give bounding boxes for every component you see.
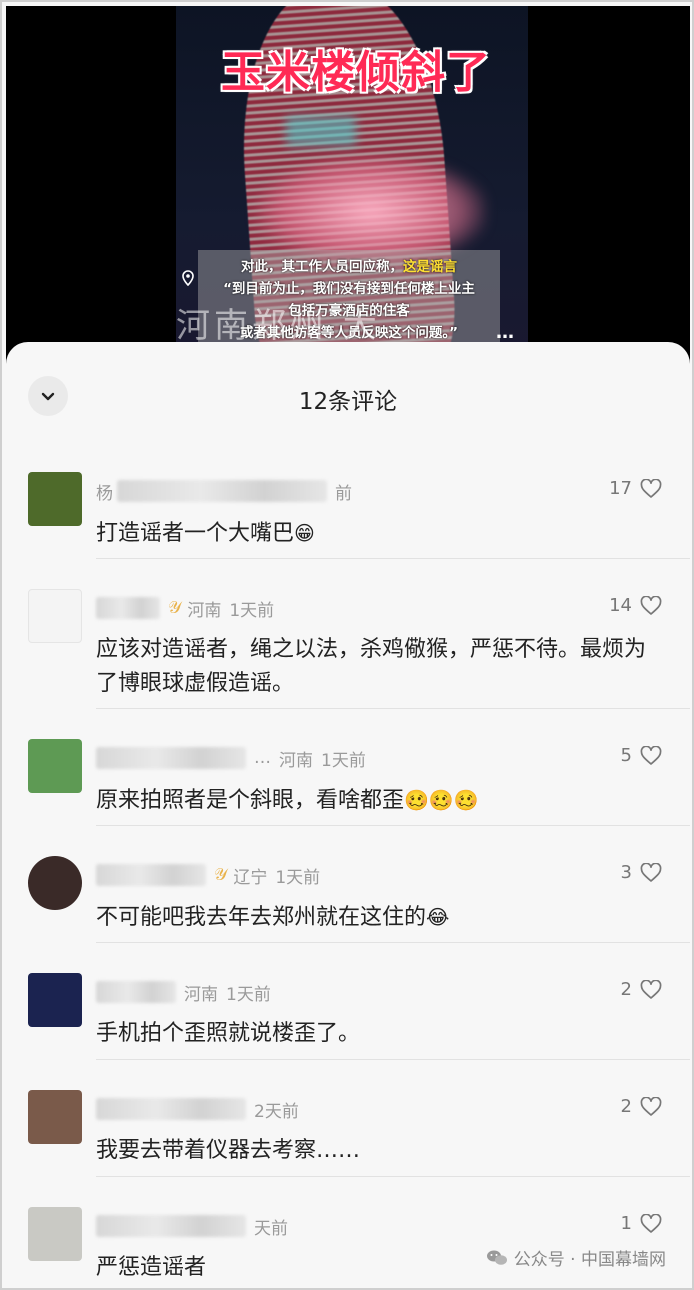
like-button[interactable]: 2 [621,1096,662,1117]
comment-body: 原来拍照者是个斜眼，看啥都歪 [96,788,405,813]
username-blurred[interactable] [96,1098,246,1120]
subtitle-highlight: 这是谣言 [403,259,457,275]
comment-text: 不可能吧我去年去郑州就在这住的😂 [96,900,660,935]
like-button[interactable]: 14 [609,595,662,616]
avatar[interactable] [28,1207,82,1261]
comment-meta: 𝒴 辽宁 1天前 [96,864,321,888]
comment-meta: 天前 [96,1215,288,1239]
comment-text: 原来拍照者是个斜眼，看啥都歪🥴🥴🥴 [96,783,660,818]
like-button[interactable]: 1 [621,1213,662,1234]
like-button[interactable]: 2 [621,979,662,1000]
comment-text: 打造谣者一个大嘴巴😁 [96,516,660,551]
heart-icon [640,745,662,765]
location-pin-icon [182,270,194,286]
comment-body: 不可能吧我去年去郑州就在这住的 [96,905,427,930]
username-blurred[interactable] [96,981,176,1003]
heart-icon [640,862,662,882]
username-fragment: 前 [335,483,352,504]
comment-text: 应该对造谣者，绳之以法，杀鸡儆猴，严惩不待。最烦为了博眼球虚假造谣。 [96,633,660,701]
comment-time: 1天前 [229,600,275,621]
like-count: 17 [609,478,632,499]
account-watermark: 公众号 · 中国幕墙网 [486,1245,666,1270]
fan-badge-icon: 𝒴 [214,865,228,885]
comment-time: 1天前 [275,867,321,888]
comment-location: 辽宁 [233,867,268,888]
comment-count-title: 12条评论 [298,389,398,415]
username-blurred[interactable] [96,747,246,769]
video-frame: 玉米楼倾斜了 对此，其工作人员回应称，这是谣言 “到目前为止，我们没有接到任何楼… [176,6,528,366]
comment-item[interactable]: 2天前我要去带着仪器去考察…… 2 [6,1060,690,1177]
heart-icon [640,1213,662,1233]
comment-list: 杨前打造谣者一个大嘴巴😁 17 𝒴 河南 1天前 应该对造谣者，绳之以法，杀鸡儆猴，严惩不… [6,442,690,1288]
like-count: 5 [620,745,632,766]
subtitle-line: “到目前为止，我们没有接到任何楼上业主 [223,281,475,297]
tower-light [286,116,356,146]
comment-item[interactable]: 杨前打造谣者一个大嘴巴😁 17 [6,442,690,559]
comment-meta: 杨前 [96,480,360,504]
heart-icon [640,1096,662,1116]
video-title: 玉米楼倾斜了 [221,47,491,98]
subtitle-line: 对此，其工作人员回应称， [241,259,403,275]
comment-meta: … 河南 1天前 [96,747,366,771]
more-dots[interactable]: … [496,322,514,343]
avatar[interactable] [28,739,82,793]
city-watermark: 河南郑州 大 [176,306,381,346]
screenshot-frame: 玉米楼倾斜了 对此，其工作人员回应称，这是谣言 “到目前为止，我们没有接到任何楼… [0,0,694,1290]
comment-time: 2天前 [254,1101,299,1122]
comment-meta: 𝒴 河南 1天前 [96,597,275,621]
comment-body: 手机拍个歪照就说楼歪了。 [96,1021,361,1046]
emoji: 😂 [426,905,450,929]
heart-icon [640,595,662,615]
avatar[interactable] [28,973,82,1027]
avatar[interactable] [28,856,82,910]
comment-location: 河南 [279,750,313,771]
comment-time: 1天前 [321,750,366,771]
comment-location: 河南 [187,600,222,621]
username-blurred[interactable] [96,1215,246,1237]
fan-badge-icon: 𝒴 [168,598,182,618]
comment-item[interactable]: … 河南 1天前原来拍照者是个斜眼，看啥都歪🥴🥴🥴 5 [6,709,690,826]
account-label: 公众号 · 中国幕墙网 [513,1250,666,1270]
username-blurred[interactable] [96,864,206,886]
comment-item[interactable]: 𝒴 辽宁 1天前不可能吧我去年去郑州就在这住的😂 3 [6,826,690,943]
comment-meta: 河南 1天前 [96,981,271,1005]
comment-meta: 2天前 [96,1098,299,1122]
username-fragment: 杨 [96,483,113,504]
comment-body: 严惩造谣者 [96,1255,207,1280]
username-blurred[interactable] [117,480,327,502]
comment-item[interactable]: 天前严惩造谣者 1 [6,1177,690,1288]
comment-body: 应该对造谣者，绳之以法，杀鸡儆猴，严惩不待。最烦为了博眼球虚假造谣。 [96,637,647,696]
comments-sheet: 12条评论 杨前打造谣者一个大嘴巴😁 17 𝒴 河南 1天前 应该对造谣者，绳之以法，杀鸡… [6,342,690,1288]
like-count: 1 [620,1213,632,1234]
username-blurred[interactable] [96,597,160,619]
wechat-icon [486,1250,507,1265]
heart-icon [640,979,662,999]
avatar[interactable] [28,472,82,526]
comment-body: 打造谣者一个大嘴巴 [96,521,295,546]
sheet-header: 12条评论 [6,342,690,442]
username-fragment: … [254,748,271,768]
comment-time: 天前 [254,1218,288,1239]
like-count: 14 [609,595,632,616]
avatar[interactable] [28,589,82,643]
comment-location: 河南 [184,984,218,1005]
emoji: 😁 [294,521,315,545]
comment-item[interactable]: 河南 1天前手机拍个歪照就说楼歪了。 2 [6,943,690,1060]
comment-text: 手机拍个歪照就说楼歪了。 [96,1017,660,1051]
like-count: 3 [620,862,632,883]
avatar[interactable] [28,1090,82,1144]
comment-body: 我要去带着仪器去考察…… [96,1138,361,1163]
like-button[interactable]: 17 [609,478,662,499]
like-count: 2 [620,1096,632,1117]
comment-item[interactable]: 𝒴 河南 1天前应该对造谣者，绳之以法，杀鸡儆猴，严惩不待。最烦为了博眼球虚假造谣。… [6,559,690,709]
like-count: 2 [620,979,632,1000]
comment-text: 我要去带着仪器去考察…… [96,1134,660,1168]
like-button[interactable]: 3 [621,862,662,883]
video-player[interactable]: 玉米楼倾斜了 对此，其工作人员回应称，这是谣言 “到目前为止，我们没有接到任何楼… [6,6,690,366]
comment-time: 1天前 [226,984,271,1005]
emoji: 🥴🥴🥴 [404,788,479,812]
like-button[interactable]: 5 [621,745,662,766]
heart-icon [640,478,662,498]
